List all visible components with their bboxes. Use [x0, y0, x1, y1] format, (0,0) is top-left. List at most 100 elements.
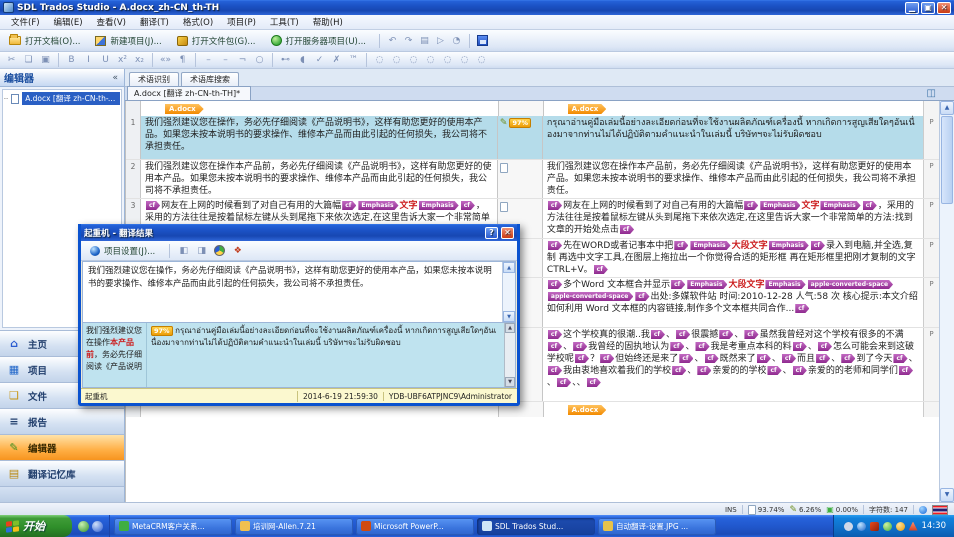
trademark-icon[interactable]: ™	[346, 53, 361, 67]
target-cell[interactable]: กรุณาอ่านคู่มือเล่มนี้อย่างละเอียดก่อนที…	[543, 116, 923, 159]
open-package-button[interactable]: 打开文件包(G)...	[172, 33, 264, 49]
circle-icon[interactable]: ○	[252, 53, 267, 67]
quick-launch-2-icon[interactable]	[92, 521, 103, 532]
tab-term-recognition[interactable]: 术语识别	[129, 72, 179, 86]
speech-icon[interactable]: ◖	[295, 53, 310, 67]
save-icon[interactable]	[475, 34, 490, 48]
segment-status[interactable]	[498, 101, 544, 116]
tray-volume-icon[interactable]	[844, 522, 853, 531]
lookup-icon-2[interactable]: ◌	[389, 53, 404, 67]
target-cell[interactable]: cf先在WORD或者记事本中把cfEmphasis大段文字Emphasiscf录…	[543, 239, 923, 277]
undo-icon[interactable]: ↶	[385, 34, 400, 48]
menu-translate[interactable]: 翻译(T)	[133, 15, 176, 29]
target-cell[interactable]: cf网友在上网的时候看到了对自己有用的大篇幅cfEmphasis文字Emphas…	[543, 199, 923, 238]
menu-tools[interactable]: 工具(T)	[263, 15, 306, 29]
italic-icon[interactable]: I	[81, 53, 96, 67]
compare-scroll-up-icon[interactable]: ▲	[505, 323, 515, 333]
task-button-trados[interactable]: SDL Trados Stud...	[477, 518, 595, 535]
minimize-button[interactable]: ▁	[905, 2, 919, 14]
tray-clock[interactable]: 14:30	[922, 521, 947, 531]
lookup-icon-6[interactable]: ◌	[457, 53, 472, 67]
start-button[interactable]: 开始	[0, 515, 72, 537]
reject-segment-icon[interactable]: ✗	[329, 53, 344, 67]
dash-icon-2[interactable]: –	[218, 53, 233, 67]
tree-item-document[interactable]: ┄ A.docx [翻译 zh-CN-th-TH]	[4, 92, 120, 105]
settings-pie-icon[interactable]	[212, 244, 227, 258]
collapse-panel-icon[interactable]: «	[110, 73, 120, 83]
target-cell[interactable]: cf这个学校真的很潮..我cf、cf很震撼cf、cf虽然我曾经对这个学校有很多的…	[543, 328, 923, 401]
tray-update-icon[interactable]	[857, 522, 866, 531]
dash-icon-1[interactable]: –	[201, 53, 216, 67]
copy-source-icon[interactable]: ◨	[194, 244, 209, 258]
lookup-icon-3[interactable]: ◌	[406, 53, 421, 67]
lookup-icon-1[interactable]: ◌	[372, 53, 387, 67]
source-cell[interactable]: 我们强烈建议您在操作本产品前，务必先仔细阅读《产品说明书》，这样有助您更好的使用…	[141, 160, 497, 198]
lookup-icon-4[interactable]: ◌	[423, 53, 438, 67]
task-button-folder[interactable]: 培训网-Allen.7.21	[235, 518, 353, 535]
menu-format[interactable]: 格式(O)	[176, 15, 220, 29]
menu-view[interactable]: 查看(V)	[90, 15, 133, 29]
scroll-up-icon[interactable]: ▲	[940, 101, 954, 115]
source-cell[interactable]: 我们强烈建议您在操作，务必先仔细阅读《产品说明书》，这样有助您更好的使用本产品。…	[141, 116, 497, 159]
redo-icon[interactable]: ↷	[401, 34, 416, 48]
preview-icon[interactable]: ▷	[433, 34, 448, 48]
dialog-help-icon[interactable]: ?	[485, 227, 498, 239]
target-cell[interactable]: 我们强烈建议您在操作本产品前，务必先仔细阅读《产品说明书》，这样有助您更好的使用…	[543, 160, 923, 198]
scroll-down-icon[interactable]: ▼	[940, 488, 954, 502]
editor-scrollbar[interactable]: ▲ ▼	[939, 101, 954, 502]
confirm-segment-icon[interactable]: ✓	[312, 53, 327, 67]
superscript-icon[interactable]: x²	[115, 53, 130, 67]
lookup-icon-5[interactable]: ◌	[440, 53, 455, 67]
tray-alert-icon[interactable]	[909, 522, 918, 531]
document-tab[interactable]: A.docx [翻译 zh-CN-th-TH]*	[127, 86, 251, 100]
print-icon[interactable]: ▤	[417, 34, 432, 48]
target-cell[interactable]: cf多个Word 文本框合并显示cfEmphasis大段文字Emphasisap…	[543, 278, 923, 327]
dialog-scroll-down-icon[interactable]: ▼	[503, 311, 515, 322]
dialog-scrollbar[interactable]: ▲ ▼	[502, 262, 515, 322]
show-formatting-icon[interactable]: ¶	[175, 53, 190, 67]
target-cell[interactable]: A.docx	[544, 402, 923, 417]
tree-twisty-icon[interactable]: ┄	[4, 95, 8, 103]
underline-icon[interactable]: U	[98, 53, 113, 67]
close-button[interactable]: ✕	[937, 2, 951, 14]
segment-status[interactable]	[497, 160, 543, 198]
concordance-search-icon[interactable]: ❖	[230, 244, 245, 258]
tray-antivirus-icon[interactable]	[870, 522, 879, 531]
compare-scroll-down-icon[interactable]: ▼	[505, 377, 515, 387]
link-icon[interactable]: ⊷	[278, 53, 293, 67]
menu-project[interactable]: 项目(P)	[220, 15, 263, 29]
scrollbar-thumb[interactable]	[941, 116, 953, 204]
open-document-button[interactable]: 打开文档(O)...	[4, 33, 88, 49]
compare-scrollbar[interactable]: ▲ ▼	[504, 323, 515, 387]
tray-im-icon[interactable]	[883, 522, 892, 531]
insert-tag-icon[interactable]: «»	[158, 53, 173, 67]
open-server-project-button[interactable]: 打开服务器项目(U)...	[266, 33, 374, 49]
menu-help[interactable]: 帮助(H)	[306, 15, 350, 29]
menu-file[interactable]: 文件(F)	[4, 15, 47, 29]
dialog-scroll-up-icon[interactable]: ▲	[503, 262, 515, 273]
term-recognition-book-icon[interactable]: ◫	[927, 88, 936, 99]
new-project-button[interactable]: 新建项目(J)...	[90, 33, 169, 49]
sidebar-item-editor[interactable]: ✎编辑器	[0, 434, 124, 460]
sidebar-item-translation-memories[interactable]: ▤翻译记忆库	[0, 460, 124, 486]
lookup-icon-7[interactable]: ◌	[474, 53, 489, 67]
dialog-compare-row[interactable]: 我们强烈建议您在操作本产品前，务必先仔细阅读《产品说明 97% กรุณาอ่า…	[82, 323, 516, 388]
subscript-icon[interactable]: x₂	[132, 53, 147, 67]
dialog-result-text[interactable]: 我们强烈建议您在操作，务必先仔细阅读《产品说明书》，这样有助您更好的使用本产品，…	[83, 262, 502, 322]
tab-termbase-search[interactable]: 术语库搜索	[181, 72, 239, 86]
dialog-close-icon[interactable]: ✕	[501, 227, 514, 239]
project-settings-button[interactable]: 项目设置(J)...	[85, 243, 163, 259]
task-button-powerpoint[interactable]: Microsoft PowerP...	[356, 518, 474, 535]
dash-icon-3[interactable]: ¬	[235, 53, 250, 67]
tray-download-icon[interactable]	[896, 522, 905, 531]
bold-icon[interactable]: B	[64, 53, 79, 67]
source-cell[interactable]: A.docx	[141, 101, 498, 116]
paste-icon[interactable]: ▣	[38, 53, 53, 67]
sidebar-item-reports[interactable]: ≡报告	[0, 408, 124, 434]
quick-launch-1-icon[interactable]	[78, 521, 89, 532]
menu-edit[interactable]: 编辑(E)	[47, 15, 90, 29]
target-cell[interactable]: A.docx	[544, 101, 923, 116]
apply-translation-icon[interactable]: ◧	[176, 244, 191, 258]
cut-icon[interactable]: ✂	[4, 53, 19, 67]
copy-icon[interactable]: ❏	[21, 53, 36, 67]
